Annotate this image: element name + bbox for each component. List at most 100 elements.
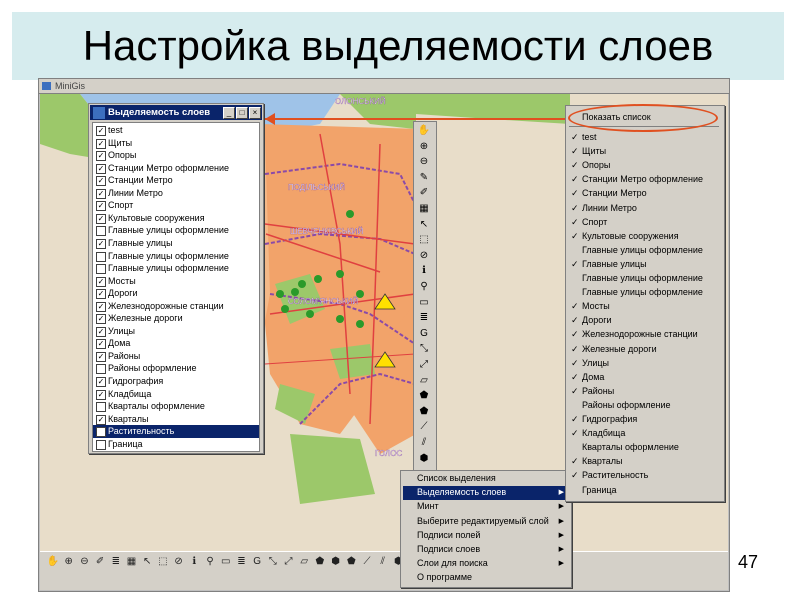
submenu-layer-item[interactable]: ✓ Кладбища — [567, 426, 723, 440]
layer-checkbox[interactable]: ✓ — [96, 138, 106, 149]
layer-list-item[interactable]: ✓ Растительность — [93, 425, 259, 438]
pin-alt-icon[interactable]: ⤢ — [282, 555, 296, 569]
zoom-in-icon[interactable]: ⊕ — [62, 555, 76, 569]
layer-list-item[interactable]: Главные улицы оформление — [93, 250, 259, 263]
zoom-in-icon[interactable]: ⊕ — [417, 140, 431, 154]
layer-list-item[interactable]: ✓ Станции Метро оформление — [93, 162, 259, 175]
hatch-icon[interactable]: ⫽ — [376, 555, 390, 569]
submenu-layer-item[interactable]: ✓ Станции Метро оформление — [567, 172, 723, 186]
submenu-layer-item[interactable]: Кварталы оформление — [567, 440, 723, 454]
submenu-layer-item[interactable]: ✓ Железнодорожные станции — [567, 327, 723, 341]
layer-list-item[interactable]: Кварталы оформление — [93, 400, 259, 413]
layer-list-item[interactable]: ✓ Кладбища — [93, 388, 259, 401]
submenu-layer-item[interactable]: ✓ Дороги — [567, 313, 723, 327]
no-entry-icon[interactable]: ⊘ — [417, 249, 431, 263]
submenu-layer-item[interactable]: ✓ Районы — [567, 384, 723, 398]
pointer-icon[interactable]: ↖ — [417, 218, 431, 232]
layer-checkbox[interactable]: ✓ — [96, 176, 106, 187]
context-menu-item[interactable]: О программе — [403, 571, 569, 585]
zoom-out-icon[interactable]: ⊖ — [77, 555, 91, 569]
layer-list-item[interactable]: ✓ Главные улицы — [93, 237, 259, 250]
layer-checkbox[interactable]: ✓ — [96, 414, 106, 425]
pointer-icon[interactable]: ↖ — [140, 555, 154, 569]
layer-list-item[interactable]: ✓ Щиты — [93, 137, 259, 150]
polygon-fill-icon[interactable]: ⬢ — [329, 555, 343, 569]
hand-icon[interactable]: ✋ — [46, 555, 60, 569]
submenu-layer-item[interactable]: ✓ Улицы — [567, 356, 723, 370]
pencil-icon[interactable]: ✎ — [417, 171, 431, 185]
context-menu-item[interactable]: Список выделения — [403, 472, 569, 486]
polygon-alt-icon[interactable]: ⬟ — [417, 405, 431, 419]
layer-checkbox[interactable]: ✓ — [96, 289, 106, 300]
context-menu-item[interactable]: Выберите редактируемый слой ▶ — [403, 515, 569, 529]
layer-checkbox[interactable]: ✓ — [96, 314, 106, 325]
close-button[interactable]: × — [249, 107, 261, 119]
layer-list-item[interactable]: Районы оформление — [93, 362, 259, 375]
list-icon[interactable]: ≣ — [109, 555, 123, 569]
zoom-out-icon[interactable]: ⊖ — [417, 155, 431, 169]
window-icon[interactable]: ▭ — [219, 555, 233, 569]
layer-checkbox[interactable] — [96, 364, 106, 375]
layer-list-item[interactable]: ✓ Железные дороги — [93, 312, 259, 325]
layer-checkbox[interactable] — [96, 226, 106, 237]
minimize-button[interactable]: _ — [223, 107, 235, 119]
layer-list-item[interactable]: ✓ test — [93, 124, 259, 137]
edit-icon[interactable]: ✐ — [93, 555, 107, 569]
layer-checkbox[interactable]: ✓ — [96, 389, 106, 400]
layer-checkbox[interactable] — [96, 264, 106, 275]
submenu-layer-item[interactable]: ✓ Опоры — [567, 158, 723, 172]
layer-list-item[interactable]: ✓ Улицы — [93, 325, 259, 338]
edit-icon[interactable]: ✐ — [417, 186, 431, 200]
submenu-layer-item[interactable]: ✓ test — [567, 130, 723, 144]
layer-list-item[interactable]: Граница — [93, 438, 259, 451]
layer-checkbox[interactable]: ✓ — [96, 188, 106, 199]
context-menu-item[interactable]: Выделяемость слоев ▶ — [403, 486, 569, 500]
submenu-layer-item[interactable]: ✓ Кварталы — [567, 454, 723, 468]
polygon-icon[interactable]: ⬟ — [313, 555, 327, 569]
layer-checkbox[interactable]: ✓ — [96, 238, 106, 249]
info-icon[interactable]: ℹ — [417, 264, 431, 278]
layer-checkbox[interactable] — [96, 251, 106, 262]
submenu-layer-item[interactable]: ✓ Железные дороги — [567, 342, 723, 356]
layer-list-item[interactable]: ✓ Станции Метро — [93, 174, 259, 187]
layer-list-item[interactable]: ✓ Районы — [93, 350, 259, 363]
context-menu-item[interactable]: Подписи слоев ▶ — [403, 543, 569, 557]
layer-checkbox[interactable] — [96, 439, 106, 450]
layer-list-item[interactable]: ✓ Линии Метро — [93, 187, 259, 200]
layer-list-item[interactable]: ✓ Железнодорожные станции — [93, 300, 259, 313]
context-menu-item[interactable]: Минт ▶ — [403, 500, 569, 514]
layer-list-item[interactable]: Главные улицы оформление — [93, 262, 259, 275]
pin-icon[interactable]: ⤡ — [417, 342, 431, 356]
pin-alt-icon[interactable]: ⤢ — [417, 358, 431, 372]
g-icon[interactable]: G — [250, 555, 264, 569]
page-icon[interactable]: ▱ — [417, 374, 431, 388]
polygon-alt-icon[interactable]: ⬟ — [344, 555, 358, 569]
layer-checkbox[interactable]: ✓ — [96, 213, 106, 224]
line-icon[interactable]: ⟋ — [360, 555, 374, 569]
submenu-layer-item[interactable]: ✓ Главные улицы — [567, 257, 723, 271]
submenu-layer-item[interactable]: ✓ Дома — [567, 370, 723, 384]
layer-list-item[interactable]: ✓ Гидрография — [93, 375, 259, 388]
layer-list-item[interactable]: Главные улицы оформление — [93, 224, 259, 237]
binoculars-icon[interactable]: ⚲ — [417, 280, 431, 294]
submenu-layer-item[interactable]: ✓ Спорт — [567, 215, 723, 229]
layers-icon[interactable]: ≣ — [234, 555, 248, 569]
submenu-layer-item[interactable]: ✓ Линии Метро — [567, 201, 723, 215]
submenu-layer-item[interactable]: ✓ Гидрография — [567, 412, 723, 426]
panel-titlebar[interactable]: Выделяемость слоев _ □ × — [90, 105, 262, 120]
layer-list-item[interactable]: ✓ Кварталы — [93, 413, 259, 426]
layer-checkbox[interactable]: ✓ — [96, 427, 106, 438]
maximize-button[interactable]: □ — [236, 107, 248, 119]
line-icon[interactable]: ⟋ — [417, 420, 431, 434]
layer-checkbox[interactable]: ✓ — [96, 126, 106, 136]
binoculars-icon[interactable]: ⚲ — [203, 555, 217, 569]
layer-list-item[interactable]: ✓ Культовые сооружения — [93, 212, 259, 225]
context-menu-item[interactable]: Подписи полей ▶ — [403, 529, 569, 543]
hatch-icon[interactable]: ⫽ — [417, 436, 431, 450]
window-icon[interactable]: ▭ — [417, 296, 431, 310]
submenu-layer-item[interactable]: ✓ Культовые сооружения — [567, 229, 723, 243]
info-icon[interactable]: ℹ — [187, 555, 201, 569]
page-icon[interactable]: ▱ — [297, 555, 311, 569]
layers-icon[interactable]: ≣ — [417, 311, 431, 325]
layer-checkbox[interactable]: ✓ — [96, 276, 106, 287]
